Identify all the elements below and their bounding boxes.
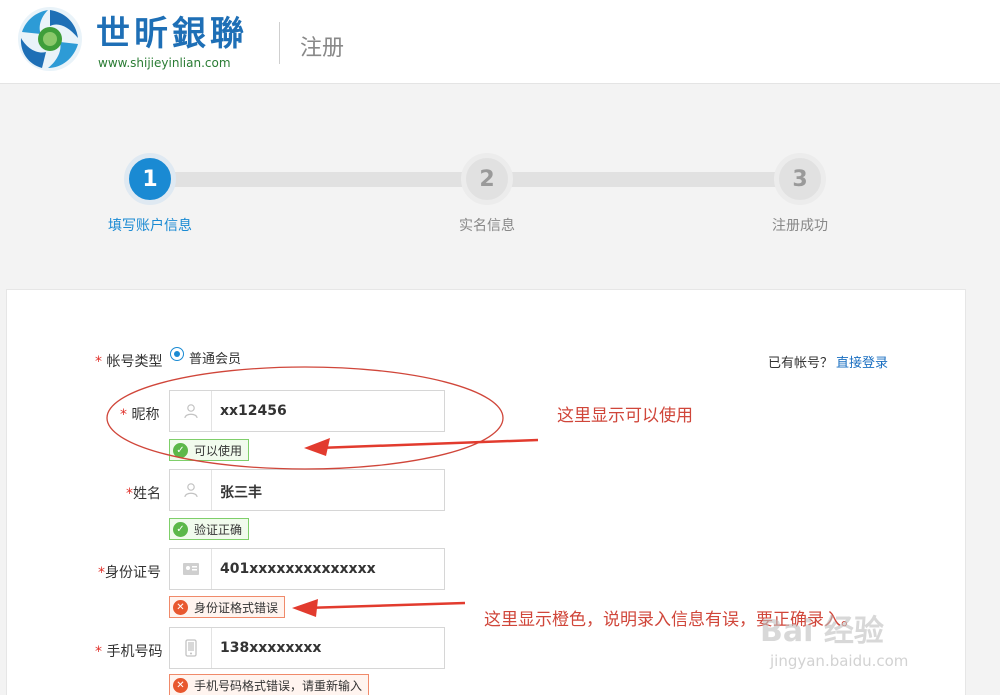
watermark: Bai 经验 [760, 614, 884, 649]
watermark-url: jingyan.baidu.com [770, 652, 909, 670]
arrow-head-ok [304, 438, 330, 456]
annotation-overlay [106, 366, 539, 617]
arrow-head-error [292, 599, 318, 617]
arrow-to-ok [317, 438, 539, 450]
ok-annotation: 这里显示可以使用 [557, 406, 693, 426]
highlight-ellipse [106, 366, 504, 470]
arrow-to-error [304, 601, 466, 610]
